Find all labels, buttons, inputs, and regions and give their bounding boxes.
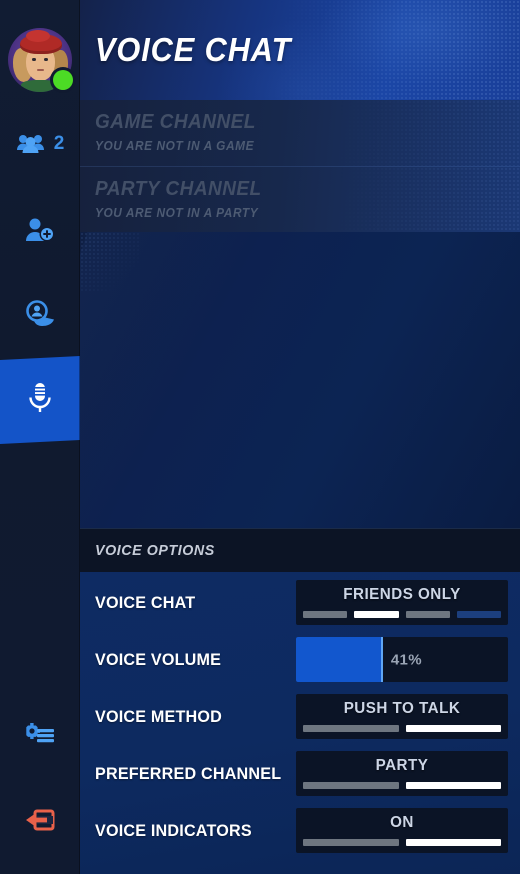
- channel-list-empty-area: [80, 232, 520, 528]
- sidebar-item-voice-chat[interactable]: [0, 356, 80, 440]
- voice-options-header: VOICE OPTIONS: [80, 528, 520, 572]
- sidebar-item-recent-players[interactable]: [0, 272, 80, 356]
- segment[interactable]: [456, 611, 501, 618]
- segment-track-preferred-channel: [303, 782, 501, 789]
- voice-chat-content: VOICE CHAT GAME CHANNEL YOU ARE NOT IN A…: [80, 0, 520, 874]
- segment[interactable]: [303, 782, 399, 789]
- setting-label-voice-chat: VOICE CHAT: [95, 592, 196, 612]
- party-channel-row[interactable]: PARTY CHANNEL YOU ARE NOT IN A PARTY: [80, 166, 520, 232]
- page-header: VOICE CHAT: [80, 0, 520, 100]
- sidebar-item-exit[interactable]: [0, 778, 80, 862]
- add-friend-icon: [24, 217, 56, 243]
- setting-value-voice-method: PUSH TO TALK: [343, 700, 461, 717]
- segment[interactable]: [303, 725, 399, 732]
- setting-row-preferred-channel: PREFERRED CHANNEL PARTY: [80, 745, 520, 802]
- voice-chat-screen: 2 VOICE CHAT GAME CHANNEL YOU ARE NOT IN…: [0, 0, 520, 874]
- sidebar-item-settings[interactable]: [0, 692, 80, 776]
- avatar[interactable]: [8, 28, 73, 92]
- setting-label-voice-method: VOICE METHOD: [95, 706, 223, 726]
- volume-slider-fill: [296, 637, 383, 682]
- setting-label-voice-indicators: VOICE INDICATORS: [95, 820, 252, 840]
- friends-group-icon: [16, 133, 46, 155]
- segment[interactable]: [303, 839, 399, 846]
- setting-control-preferred-channel[interactable]: PARTY: [296, 751, 508, 796]
- segment-active[interactable]: [405, 725, 501, 732]
- setting-control-voice-method[interactable]: PUSH TO TALK: [296, 694, 508, 739]
- game-channel-row[interactable]: GAME CHANNEL YOU ARE NOT IN A GAME: [80, 100, 520, 166]
- segment-track-voice-chat: [303, 611, 501, 618]
- volume-value: 41%: [390, 651, 422, 668]
- segment[interactable]: [303, 611, 348, 618]
- setting-control-voice-indicators[interactable]: ON: [296, 808, 508, 853]
- setting-label-voice-volume: VOICE VOLUME: [95, 649, 222, 669]
- segment-track-voice-method: [303, 725, 501, 732]
- segment-track-voice-indicators: [303, 839, 501, 846]
- online-status-dot: [53, 70, 73, 90]
- party-channel-status: YOU ARE NOT IN A PARTY: [95, 206, 259, 220]
- segment-active[interactable]: [405, 839, 501, 846]
- recent-players-icon: [24, 300, 56, 328]
- volume-slider[interactable]: 41%: [296, 637, 508, 682]
- voice-options-title: VOICE OPTIONS: [95, 542, 215, 559]
- segment-active[interactable]: [405, 782, 501, 789]
- settings-gear-list-icon: [24, 720, 56, 748]
- party-channel-title: PARTY CHANNEL: [95, 178, 262, 200]
- game-channel-status: YOU ARE NOT IN A GAME: [95, 139, 255, 153]
- setting-value-voice-indicators: ON: [390, 814, 414, 831]
- microphone-icon: [26, 381, 54, 415]
- setting-value-preferred-channel: PARTY: [375, 757, 429, 774]
- setting-row-voice-chat: VOICE CHAT FRIENDS ONLY: [80, 574, 520, 631]
- page-title: VOICE CHAT: [95, 31, 292, 68]
- game-channel-title: GAME CHANNEL: [95, 111, 256, 133]
- voice-options-list: VOICE CHAT FRIENDS ONLY VOICE VOLUME 41%…: [80, 572, 520, 874]
- setting-control-voice-chat[interactable]: FRIENDS ONLY: [296, 580, 508, 625]
- exit-arrow-icon: [23, 806, 57, 834]
- sidebar-item-add-friend[interactable]: [0, 188, 80, 272]
- sidebar-nav-rail: 2: [0, 0, 80, 874]
- segment-active[interactable]: [354, 611, 399, 618]
- sidebar-item-friends[interactable]: 2: [0, 102, 80, 186]
- setting-value-voice-chat: FRIENDS ONLY: [343, 586, 461, 603]
- setting-row-voice-volume: VOICE VOLUME 41%: [80, 631, 520, 688]
- setting-label-preferred-channel: PREFERRED CHANNEL: [95, 763, 282, 783]
- segment[interactable]: [405, 611, 450, 618]
- setting-row-voice-indicators: VOICE INDICATORS ON: [80, 802, 520, 859]
- friends-count: 2: [53, 133, 65, 154]
- setting-row-voice-method: VOICE METHOD PUSH TO TALK: [80, 688, 520, 745]
